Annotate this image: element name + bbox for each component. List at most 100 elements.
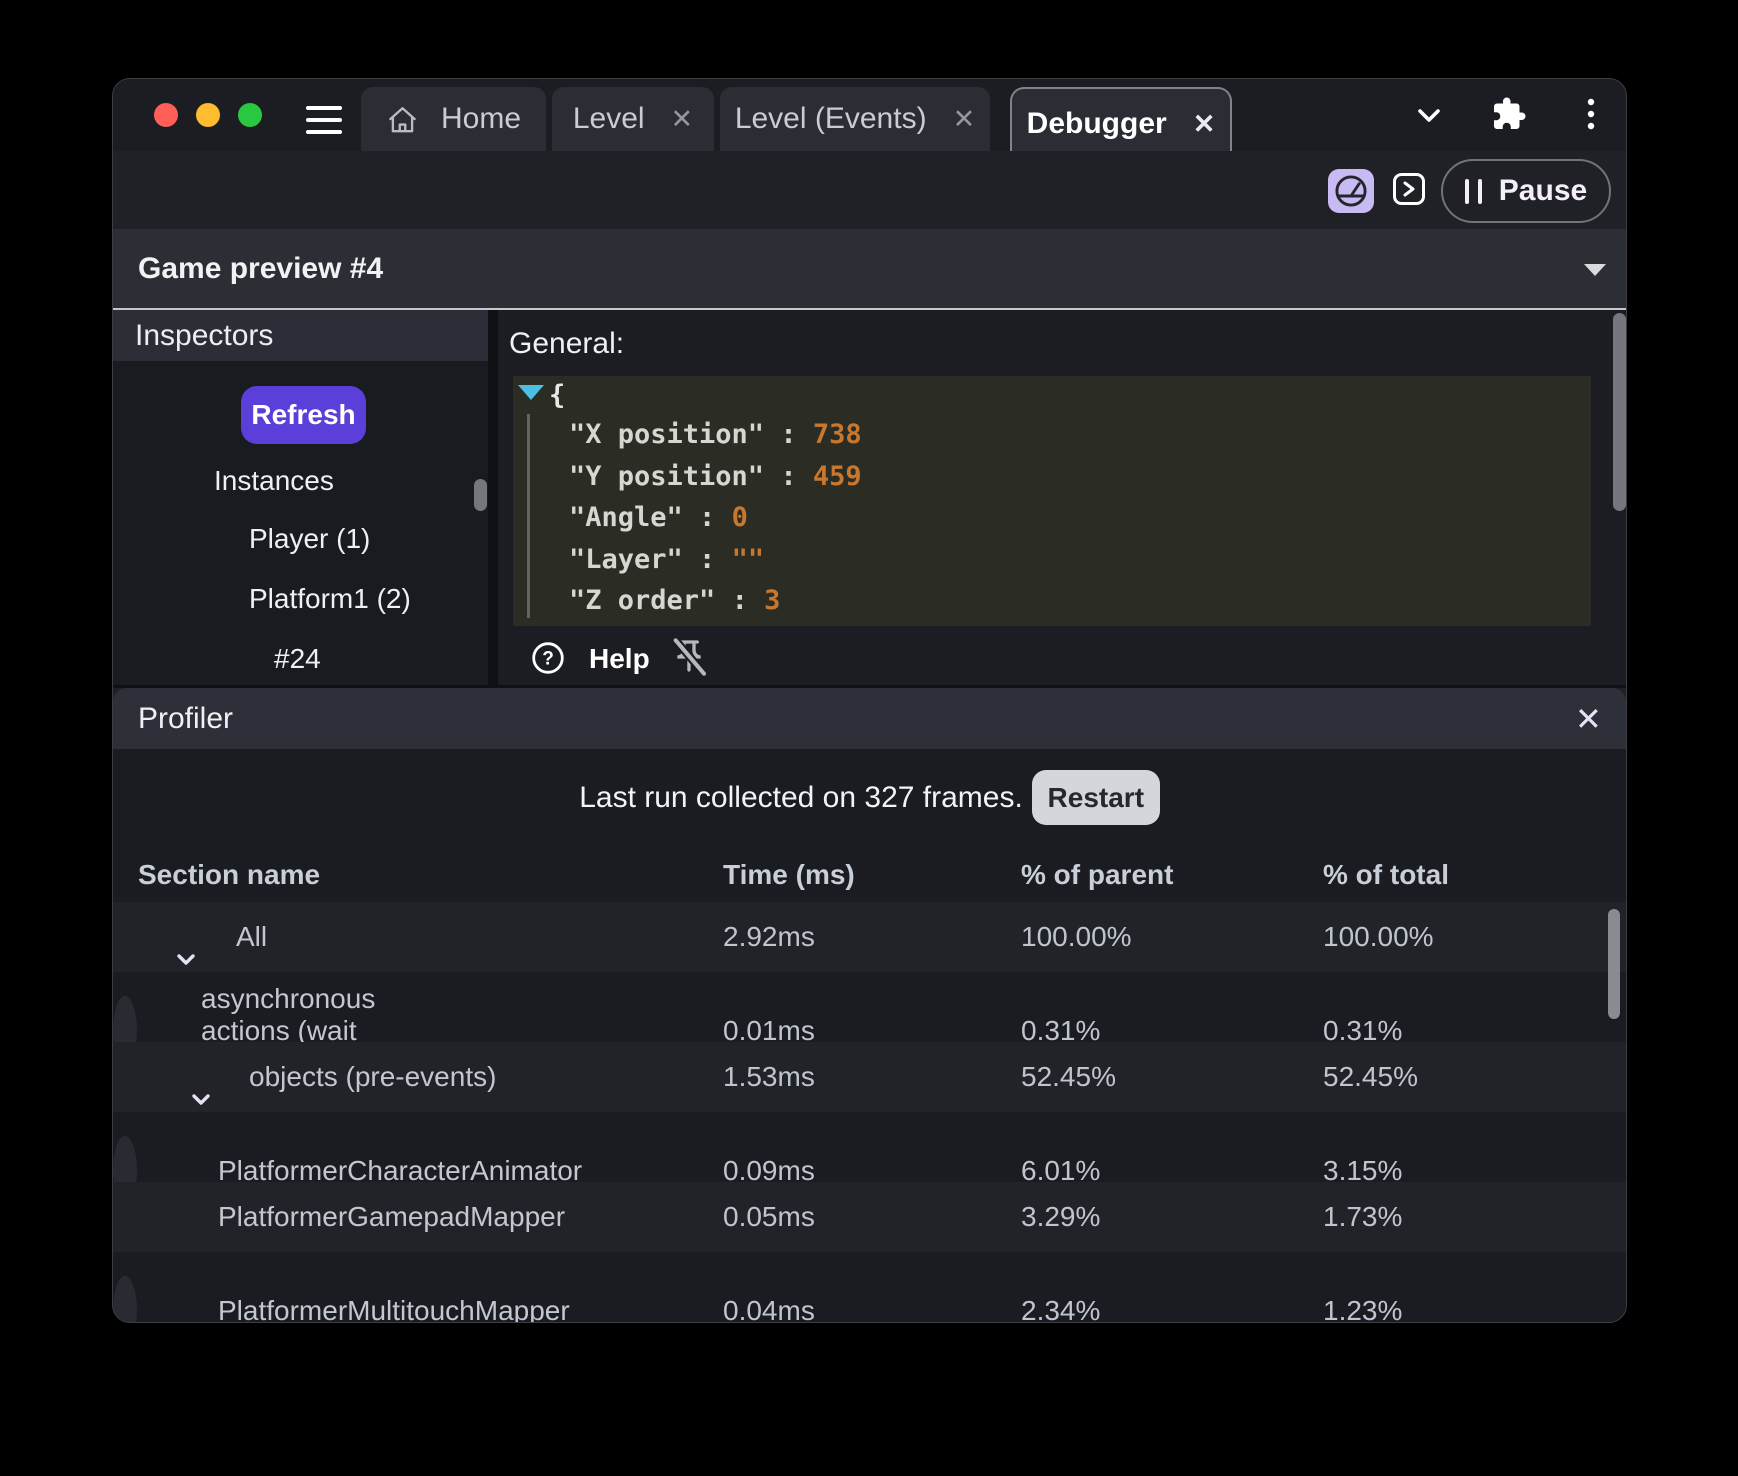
property-key: "X position" [569, 419, 764, 450]
gauge-icon [1331, 171, 1371, 211]
inspectors-scrollbar-thumb[interactable] [474, 479, 487, 511]
profiler-row-objects-pre-events-[interactable]: objects (pre-events) 1.53ms 52.45% 52.45% [113, 1042, 1626, 1112]
column-header-pct-parent: % of parent [1021, 859, 1173, 891]
tab-bar: HomeLevel✕Level (Events)✕Debugger✕ [113, 79, 1626, 151]
property-value[interactable]: 738 [813, 419, 862, 450]
profiler-toggle-button[interactable] [1328, 169, 1374, 213]
chevron-down-icon[interactable] [1584, 264, 1606, 276]
property-colon: : [683, 544, 732, 575]
property-key: "Y position" [569, 461, 764, 492]
debugger-window: HomeLevel✕Level (Events)✕Debugger✕ [112, 78, 1627, 1323]
pause-label: Pause [1499, 174, 1587, 208]
restart-button[interactable]: Restart [1032, 770, 1160, 825]
debugger-toolbar: Pause [113, 151, 1626, 229]
cell-time: 0.05ms [723, 1182, 815, 1252]
property-line: "Z order" : 3 [569, 580, 862, 622]
cell-time: 0.04ms [723, 1276, 815, 1323]
hamburger-menu-icon[interactable] [306, 106, 342, 134]
property-line: "Y position" : 459 [569, 456, 862, 498]
traffic-zoom-button[interactable] [238, 103, 262, 127]
cell-section-name: All [236, 902, 267, 972]
tab-label: Level [573, 102, 645, 136]
cell-percent-of-parent: 100.00% [1021, 902, 1132, 972]
tab-close-icon[interactable]: ✕ [671, 104, 694, 135]
puzzle-extension-icon[interactable] [1491, 96, 1527, 132]
cell-percent-of-parent: 52.45% [1021, 1042, 1116, 1112]
tab-debugger[interactable]: Debugger ✕ [1010, 87, 1232, 151]
tab-label: Home [441, 102, 521, 136]
cell-time: 1.53ms [723, 1042, 815, 1112]
general-title: General: [509, 327, 624, 361]
refresh-button[interactable]: Refresh [241, 386, 366, 444]
tab-level-events-[interactable]: Level (Events)✕ [720, 87, 990, 151]
home-icon [386, 103, 419, 136]
tab-level[interactable]: Level ✕ [552, 87, 714, 151]
cell-section-name: PlatformerGamepadMapper [218, 1182, 565, 1252]
traffic-minimize-button[interactable] [196, 103, 220, 127]
profiler-row-platformermultitouchmapper[interactable]: PlatformerMultitouchMapper0.04ms2.34%1.2… [113, 1276, 137, 1323]
inspector-item-player-1-[interactable]: Player (1) [249, 523, 370, 555]
indent-guide [527, 414, 530, 618]
cell-percent-of-parent: 3.29% [1021, 1182, 1100, 1252]
chevron-down-icon[interactable] [1413, 99, 1445, 131]
row-expand-chevron-icon[interactable] [188, 1064, 214, 1134]
cell-percent-of-total: 52.45% [1323, 1042, 1418, 1112]
cell-time: 2.92ms [723, 902, 815, 972]
column-header-pct-total: % of total [1323, 859, 1449, 891]
expand-triangle-icon[interactable] [518, 385, 544, 400]
tab-label: Debugger [1027, 107, 1167, 141]
inspector-item-platform1-2-[interactable]: Platform1 (2) [249, 583, 411, 615]
property-line: "Layer" : "" [569, 539, 862, 581]
svg-text:?: ? [542, 649, 554, 670]
property-value[interactable]: 459 [813, 461, 862, 492]
tab-close-icon[interactable]: ✕ [953, 104, 976, 135]
help-label[interactable]: Help [589, 643, 650, 675]
column-header-section-name: Section name [138, 859, 320, 891]
pause-button[interactable]: Pause [1441, 159, 1611, 223]
property-value[interactable]: "" [732, 544, 765, 575]
cell-percent-of-total: 100.00% [1323, 902, 1434, 972]
profiler-title: Profiler [138, 688, 233, 749]
game-preview-title: Game preview #4 [138, 229, 383, 308]
inspector-item--24[interactable]: #24 [274, 643, 321, 675]
terminal-icon [1392, 172, 1426, 206]
column-header-time: Time (ms) [723, 859, 855, 891]
property-colon: : [715, 585, 764, 616]
profiler-row-platformergamepadmapper[interactable]: PlatformerGamepadMapper 0.05ms 3.29% 1.73% [113, 1182, 1626, 1252]
cell-percent-of-total: 1.73% [1323, 1182, 1402, 1252]
open-brace: { [549, 380, 565, 411]
instance-properties-code-block: { "X position" : 738"Y position" : 459"A… [513, 376, 1591, 626]
general-panel: General: { "X position" : 738"Y position… [498, 310, 1627, 685]
main-split: Inspectors Refresh Instances Player (1) Pl… [113, 310, 1626, 688]
property-key: "Z order" [569, 585, 715, 616]
game-preview-header[interactable]: Game preview #4 [113, 229, 1626, 310]
profiler-header: Profiler ✕ [113, 688, 1626, 749]
profiler-scrollbar-thumb[interactable] [1608, 909, 1620, 1019]
question-circle-icon: ? [531, 641, 565, 675]
inspectors-header: Inspectors [113, 310, 488, 361]
inspectors-panel: Inspectors Refresh Instances Player (1) Pl… [113, 310, 488, 685]
tab-home[interactable]: Home [361, 87, 546, 151]
pause-icon [1465, 179, 1482, 204]
console-button[interactable] [1392, 172, 1426, 206]
profiler-panel: Profiler ✕ Last run collected on 327 fra… [113, 688, 1626, 1323]
property-value[interactable]: 0 [732, 502, 748, 533]
cell-percent-of-parent: 2.34% [1021, 1276, 1100, 1323]
profiler-close-icon[interactable]: ✕ [1575, 688, 1602, 749]
property-line: "X position" : 738 [569, 414, 862, 456]
property-value[interactable]: 3 [764, 585, 780, 616]
general-scrollbar-thumb[interactable] [1613, 313, 1626, 511]
unpin-icon[interactable] [669, 634, 709, 680]
cell-section-name: PlatformerMultitouchMapper [218, 1276, 570, 1323]
help-button[interactable]: ? [531, 641, 565, 675]
property-key: "Layer" [569, 544, 683, 575]
row-expand-chevron-icon[interactable] [173, 924, 199, 994]
profiler-row-all[interactable]: All 2.92ms 100.00% 100.00% [113, 902, 1626, 972]
property-colon: : [764, 419, 813, 450]
kebab-menu-icon[interactable] [1586, 97, 1596, 131]
tab-close-icon[interactable]: ✕ [1193, 109, 1216, 140]
cell-section-name: objects (pre-events) [249, 1042, 496, 1112]
property-colon: : [683, 502, 732, 533]
traffic-close-button[interactable] [154, 103, 178, 127]
inspector-item-instances[interactable]: Instances [214, 465, 334, 497]
